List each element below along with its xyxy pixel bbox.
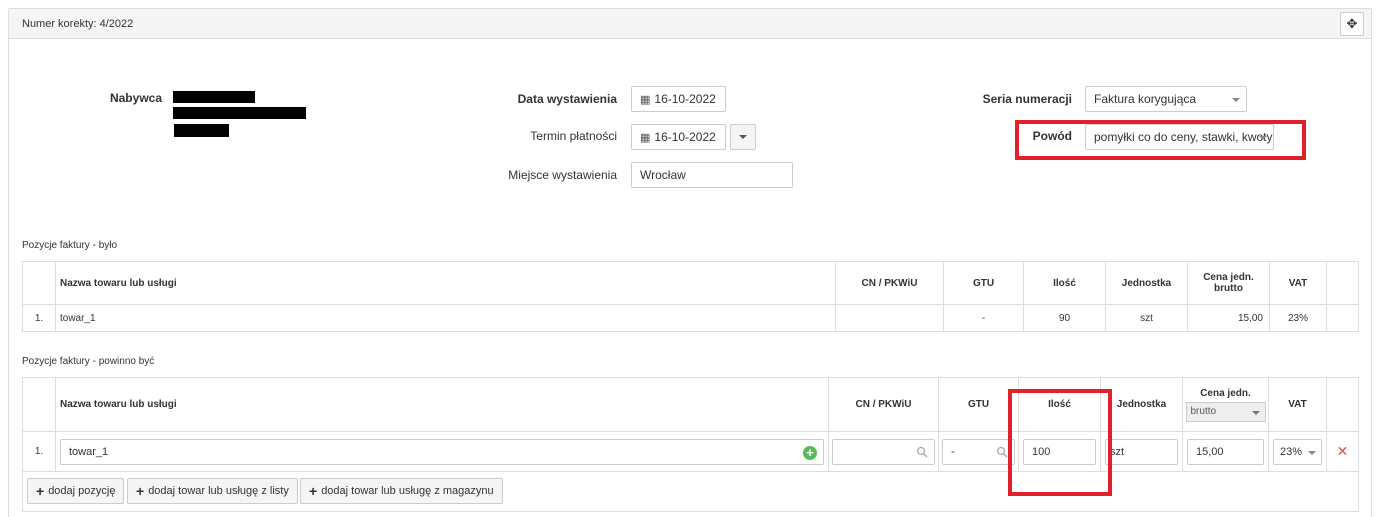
reason-highlight bbox=[1015, 120, 1306, 160]
quantity-highlight bbox=[1008, 389, 1112, 496]
product-name-value: towar_1 bbox=[69, 445, 109, 458]
row-unit-cell: szt bbox=[1100, 431, 1183, 472]
panel-title: Numer korekty: 4/2022 bbox=[22, 18, 134, 30]
buyer-label: Nabywca bbox=[109, 91, 162, 105]
row-vat-cell: 23% bbox=[1268, 431, 1327, 472]
price-type-value: brutto bbox=[1190, 406, 1217, 417]
row-vat: 23% bbox=[1269, 304, 1327, 332]
table-row: 1. towar_1 - 90 szt 15,00 23% bbox=[22, 304, 1359, 332]
was-items-table: Nazwa towaru lub usługi CN / PKWiU GTU I… bbox=[22, 261, 1359, 332]
was-header-row: Nazwa towaru lub usługi CN / PKWiU GTU I… bbox=[22, 261, 1359, 305]
caret-down-icon bbox=[1232, 98, 1240, 102]
place-input[interactable]: Wrocław bbox=[631, 162, 793, 188]
add-product-icon[interactable]: + bbox=[803, 445, 817, 460]
add-position-label: dodaj pozycję bbox=[48, 485, 116, 497]
add-from-list-button[interactable]: + dodaj towar lub usługę z listy bbox=[127, 478, 298, 504]
row-cn-cell bbox=[828, 431, 939, 472]
gtu-input[interactable]: - bbox=[942, 438, 1015, 465]
add-from-list-label: dodaj towar lub usługę z listy bbox=[148, 485, 289, 497]
place-value: Wrocław bbox=[640, 168, 686, 182]
header-number bbox=[22, 377, 56, 432]
should-header-row: Nazwa towaru lub usługi CN / PKWiU GTU I… bbox=[22, 377, 1359, 432]
header-name: Nazwa towaru lub usługi bbox=[55, 261, 836, 305]
add-from-warehouse-label: dodaj towar lub usługę z magazynu bbox=[321, 485, 494, 497]
header-cn: CN / PKWiU bbox=[828, 377, 939, 432]
row-gtu-cell: - bbox=[938, 431, 1019, 472]
series-select[interactable]: Faktura korygująca bbox=[1085, 86, 1247, 112]
row-number: 1. bbox=[22, 431, 56, 472]
remove-row-icon[interactable]: ✕ bbox=[1337, 443, 1349, 459]
gtu-value: - bbox=[951, 445, 955, 458]
header-gtu: GTU bbox=[943, 261, 1024, 305]
add-from-warehouse-button[interactable]: + dodaj towar lub usługę z magazynu bbox=[300, 478, 503, 504]
caret-down-icon bbox=[739, 135, 747, 139]
caret-down-icon bbox=[1308, 450, 1316, 455]
panel-header: Numer korekty: 4/2022 ✥ bbox=[9, 9, 1371, 39]
header-vat: VAT bbox=[1269, 261, 1327, 305]
series-value: Faktura korygująca bbox=[1094, 92, 1197, 106]
price-input[interactable]: 15,00 bbox=[1187, 438, 1264, 465]
cn-pkwiu-input[interactable] bbox=[832, 438, 935, 465]
due-date-value: 16-10-2022 bbox=[654, 130, 716, 144]
search-icon[interactable] bbox=[996, 446, 1008, 458]
price-type-select[interactable]: brutto bbox=[1185, 401, 1266, 422]
row-qty: 90 bbox=[1023, 304, 1106, 332]
row-gtu: - bbox=[943, 304, 1024, 332]
redacted-buyer-name bbox=[173, 91, 255, 103]
due-date-input[interactable]: ▦ 16-10-2022 bbox=[631, 124, 726, 150]
header-number bbox=[22, 261, 56, 305]
product-name-input[interactable]: towar_1 + bbox=[60, 438, 824, 465]
row-cn bbox=[835, 304, 944, 332]
issue-date-label: Data wystawienia bbox=[517, 92, 617, 106]
row-price-cell: 15,00 bbox=[1182, 431, 1269, 472]
header-cn: CN / PKWiU bbox=[835, 261, 944, 305]
header-actions bbox=[1326, 377, 1359, 432]
caret-down-icon bbox=[1251, 410, 1260, 415]
should-section-title: Pozycje faktury - powinno być bbox=[22, 356, 155, 367]
series-label: Seria numeracji bbox=[982, 92, 1072, 106]
plus-icon: + bbox=[136, 483, 145, 499]
unit-input[interactable]: szt bbox=[1105, 438, 1178, 465]
unit-value: szt bbox=[1110, 445, 1125, 458]
table-row: 1. towar_1 + - 100 szt 15,00 23% ✕ bbox=[22, 431, 1359, 472]
calendar-icon: ▦ bbox=[640, 131, 651, 144]
row-number: 1. bbox=[22, 304, 56, 332]
add-position-button[interactable]: + dodaj pozycję bbox=[27, 478, 125, 504]
due-date-label: Termin płatności bbox=[530, 129, 617, 143]
header-price-label: Cena jedn. bbox=[1200, 387, 1251, 399]
row-name: towar_1 bbox=[55, 304, 836, 332]
search-icon[interactable] bbox=[916, 446, 928, 458]
vat-value: 23% bbox=[1280, 445, 1303, 458]
redacted-buyer-nip bbox=[174, 124, 229, 137]
redacted-buyer-address bbox=[173, 107, 306, 119]
row-name-cell: towar_1 + bbox=[55, 431, 829, 472]
due-date-dropdown-button[interactable] bbox=[730, 124, 756, 150]
header-name: Nazwa towaru lub usługi bbox=[55, 377, 829, 432]
issue-date-value: 16-10-2022 bbox=[654, 92, 716, 106]
was-section-title: Pozycje faktury - było bbox=[22, 240, 118, 251]
header-qty: Ilość bbox=[1023, 261, 1106, 305]
move-icon[interactable]: ✥ bbox=[1340, 12, 1364, 36]
price-value: 15,00 bbox=[1196, 445, 1224, 458]
header-actions bbox=[1326, 261, 1359, 305]
row-unit: szt bbox=[1105, 304, 1188, 332]
header-gtu: GTU bbox=[938, 377, 1019, 432]
plus-icon: + bbox=[36, 483, 45, 499]
row-actions bbox=[1326, 304, 1359, 332]
header-price: Cena jedn. brutto bbox=[1182, 377, 1269, 432]
header-vat: VAT bbox=[1268, 377, 1327, 432]
header-unit: Jednostka bbox=[1105, 261, 1188, 305]
row-actions: ✕ bbox=[1326, 431, 1359, 472]
place-label: Miejsce wystawienia bbox=[508, 168, 617, 182]
calendar-icon: ▦ bbox=[640, 93, 651, 106]
issue-date-input[interactable]: ▦ 16-10-2022 bbox=[631, 86, 726, 112]
vat-select[interactable]: 23% bbox=[1273, 438, 1322, 465]
plus-icon: + bbox=[309, 483, 318, 499]
row-price: 15,00 bbox=[1187, 304, 1270, 332]
header-price: Cena jedn. brutto bbox=[1187, 261, 1270, 305]
header-unit: Jednostka bbox=[1100, 377, 1183, 432]
